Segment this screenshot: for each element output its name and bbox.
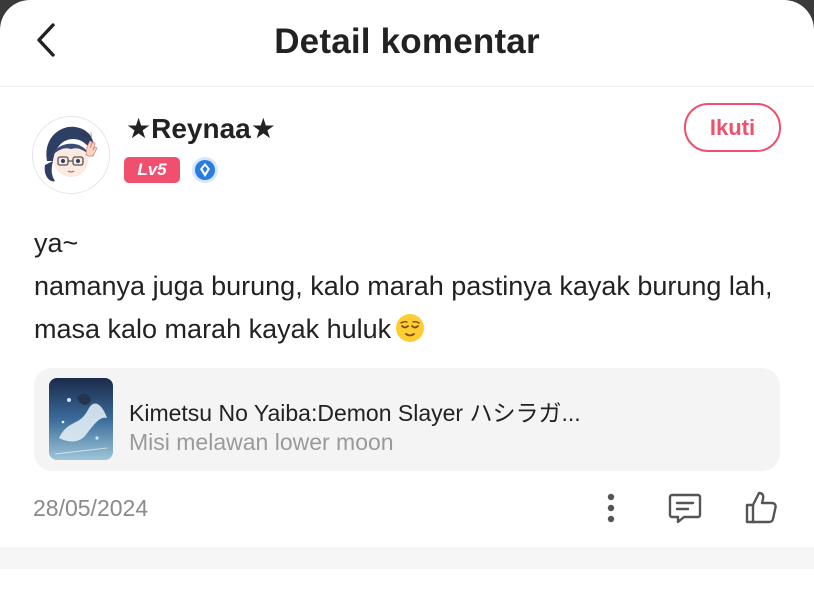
- section-divider: [0, 547, 814, 569]
- more-vertical-icon: [607, 493, 615, 523]
- thumbs-up-icon: [745, 491, 777, 524]
- level-badge: Lv5: [124, 157, 180, 183]
- comment-detail-screen: Detail komentar Hai ★Reynaa★ Lv5 Ikuti y…: [0, 0, 814, 600]
- game-title: Kimetsu No Yaiba:Demon Slayer ハシラガ...: [129, 400, 581, 426]
- like-button[interactable]: [740, 486, 782, 528]
- comment-line: namanya juga burung, kalo marah pastinya…: [34, 265, 784, 351]
- username[interactable]: ★Reynaa★: [126, 112, 276, 145]
- avatar[interactable]: Hai: [32, 116, 110, 194]
- comment-line: ya~: [34, 228, 79, 258]
- relieved-face-emoji: [395, 313, 425, 343]
- verified-badge-icon: [191, 156, 219, 184]
- follow-button[interactable]: Ikuti: [684, 103, 781, 152]
- game-card[interactable]: Kimetsu No Yaiba:Demon Slayer ハシラガ... Mi…: [34, 368, 780, 471]
- game-thumbnail: [49, 378, 113, 460]
- top-bar: Detail komentar: [0, 0, 814, 87]
- page-title: Detail komentar: [274, 22, 540, 61]
- game-subtitle: Misi melawan lower moon: [129, 429, 394, 455]
- reply-button[interactable]: [664, 488, 706, 528]
- comment-icon: [668, 493, 702, 524]
- avatar-image: Hai: [33, 117, 109, 193]
- comment-body: ya~ namanya juga burung, kalo marah past…: [34, 222, 784, 351]
- more-options-button[interactable]: [596, 488, 626, 528]
- svg-text:Hai: Hai: [82, 132, 92, 139]
- comment-date: 28/05/2024: [33, 495, 149, 521]
